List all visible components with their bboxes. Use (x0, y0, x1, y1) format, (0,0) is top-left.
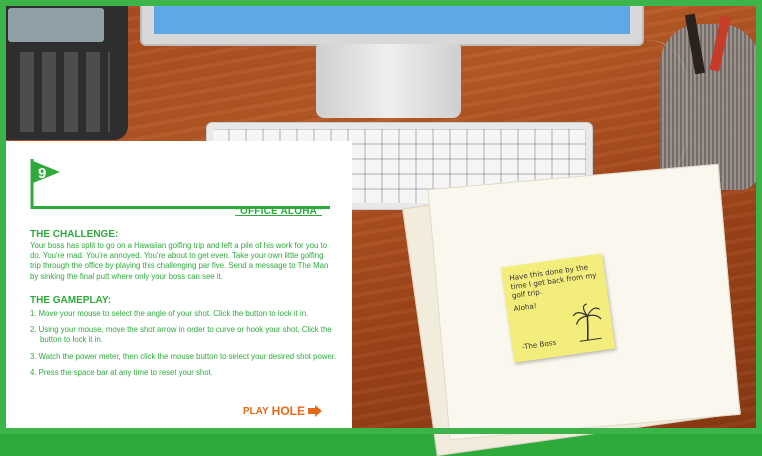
pen (709, 15, 731, 72)
monitor (140, 0, 644, 46)
desk-phone (0, 0, 128, 140)
gameplay-steps: 1. Move your mouse to select the angle o… (30, 309, 342, 384)
gameplay-step: 1. Move your mouse to select the angle o… (30, 309, 309, 318)
hole-label: HOLE (271, 404, 305, 418)
sticky-note-signature: -The Boss (521, 337, 557, 352)
monitor-screen (154, 0, 630, 34)
info-panel: 9 "OFFICE ALOHA" THE CHALLENGE: Your bos… (6, 141, 352, 434)
gameplay-heading: THE GAMEPLAY: (30, 295, 112, 306)
sticky-note: Have this done by the time I get back fr… (500, 253, 616, 363)
play-hole-button[interactable]: PLAY HOLE (243, 404, 322, 418)
gameplay-step: 3. Watch the power meter, then click the… (30, 351, 337, 361)
gameplay-step: 2. Using your mouse, move the shot arrow… (30, 325, 332, 345)
phone-keypad (20, 52, 110, 132)
play-label: PLAY (242, 405, 269, 417)
palm-tree-icon (572, 303, 602, 342)
hole-title: "OFFICE ALOHA" (235, 206, 322, 217)
gameplay-step: 4. Press the space bar at any time to re… (30, 367, 213, 377)
hole-number: 9 (38, 165, 46, 182)
phone-display (8, 8, 104, 42)
challenge-heading: THE CHALLENGE: (30, 229, 119, 240)
arrow-right-icon (308, 405, 322, 417)
challenge-text: Your boss has split to go on a Hawaiian … (30, 241, 329, 281)
hole-flag-icon: 9 (30, 159, 330, 209)
monitor-stand (316, 44, 461, 118)
